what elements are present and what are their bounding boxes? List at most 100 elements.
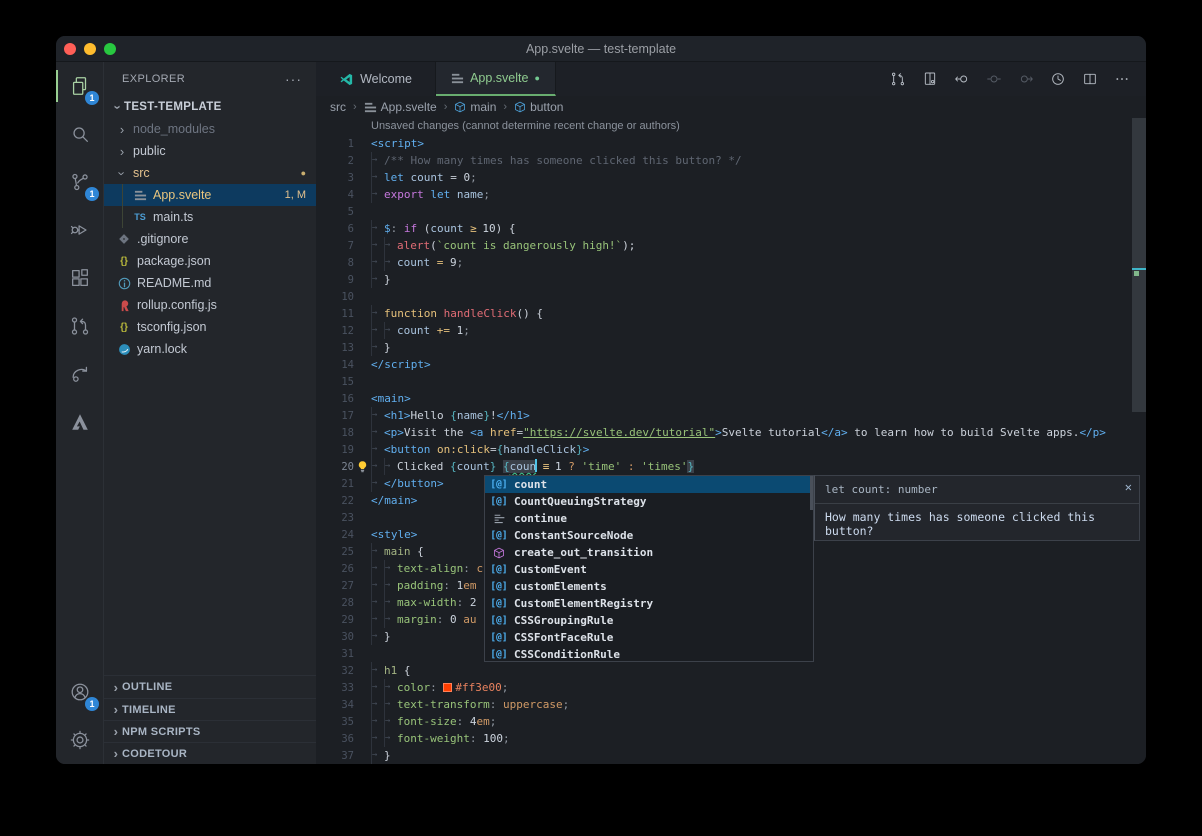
live-share-icon <box>69 363 91 385</box>
suggest-item-continue[interactable]: continue <box>485 510 813 527</box>
activity-bar-item-explorer[interactable]: 1 <box>56 62 104 110</box>
code-editor[interactable]: Unsaved changes (cannot determine recent… <box>316 118 1146 764</box>
tree-item--gitignore[interactable]: .gitignore <box>104 228 316 250</box>
activity-bar-item-accounts[interactable]: 1 <box>56 668 104 716</box>
line-number: 13 <box>316 340 354 357</box>
breadcrumb-item-main[interactable]: main <box>454 100 496 114</box>
editor-scrollbar[interactable] <box>1132 118 1146 412</box>
change-indicator-button[interactable] <box>981 67 1006 92</box>
suggest-item-cssgroupingrule[interactable]: [@]CSSGroupingRule <box>485 612 813 629</box>
suggest-item-customelements[interactable]: [@]customElements <box>485 578 813 595</box>
code-line-36[interactable]: 36→→font-weight: 100; <box>316 730 1146 747</box>
tree-item-package-json[interactable]: {}package.json <box>104 250 316 272</box>
color-swatch[interactable] <box>443 683 452 692</box>
code-line-11[interactable]: 11→function handleClick() { <box>316 305 1146 322</box>
breadcrumb-item-button[interactable]: button <box>514 100 563 114</box>
tree-item-tsconfig-json[interactable]: {}tsconfig.json <box>104 316 316 338</box>
activity-bar-item-search[interactable] <box>56 110 104 158</box>
code-line-14[interactable]: 14</script> <box>316 356 1146 373</box>
tree-item-readme-md[interactable]: README.md <box>104 272 316 294</box>
activity-bar-item-run-debug[interactable] <box>56 206 104 254</box>
tree-item-app-svelte[interactable]: App.svelte1, M <box>104 184 316 206</box>
more-actions-icon[interactable]: ··· <box>285 71 302 87</box>
sidebar-title: EXPLORER <box>122 73 185 85</box>
code-line-18[interactable]: 18→<p>Visit the <a href="https://svelte.… <box>316 424 1146 441</box>
code-line-9[interactable]: 9→} <box>316 271 1146 288</box>
line-number: 27 <box>316 578 354 595</box>
code-line-1[interactable]: 1<script> <box>316 135 1146 152</box>
code-line-37[interactable]: 37→} <box>316 747 1146 764</box>
next-change-button[interactable] <box>1013 67 1038 92</box>
sidebar-section-npm-scripts[interactable]: ›NPM SCRIPTS <box>104 720 316 742</box>
code-line-19[interactable]: 19→<button on:click={handleClick}> <box>316 441 1146 458</box>
code-line-16[interactable]: 16<main> <box>316 390 1146 407</box>
tree-item-yarn-lock[interactable]: yarn.lock <box>104 338 316 360</box>
suggest-item-count[interactable]: [@]count <box>485 476 813 493</box>
code-line-13[interactable]: 13→} <box>316 339 1146 356</box>
suggest-item-constantsourcenode[interactable]: [@]ConstantSourceNode <box>485 527 813 544</box>
split-editor-button[interactable] <box>1077 67 1102 92</box>
workspace-root-folder[interactable]: › TEST-TEMPLATE <box>104 96 316 118</box>
tree-item-node-modules[interactable]: ›node_modules <box>104 118 316 140</box>
suggest-item-customelementregistry[interactable]: [@]CustomElementRegistry <box>485 595 813 612</box>
code-line-20[interactable]: 20→→Clicked {count} {coun ≡ 1 ? 'time' :… <box>316 458 1146 475</box>
close-icon[interactable]: ✕ <box>1125 480 1132 494</box>
suggest-item-customevent[interactable]: [@]CustomEvent <box>485 561 813 578</box>
vscode-window: App.svelte — test-template 111 EXPLORER … <box>56 36 1146 764</box>
tab-app-svelte[interactable]: App.svelte● <box>436 62 556 96</box>
code-line-17[interactable]: 17→<h1>Hello {name}!</h1> <box>316 407 1146 424</box>
breadcrumb-item-app-svelte[interactable]: App.svelte <box>364 100 437 114</box>
code-line-7[interactable]: 7→→alert(`count is dangerously high!`); <box>316 237 1146 254</box>
code-line-10[interactable]: 10 <box>316 288 1146 305</box>
code-line-12[interactable]: 12→→count += 1; <box>316 322 1146 339</box>
activity-bar-item-live-share[interactable] <box>56 350 104 398</box>
code-line-15[interactable]: 15 <box>316 373 1146 390</box>
sidebar-sections: ›OUTLINE›TIMELINE›NPM SCRIPTS›CODETOUR <box>104 675 316 764</box>
code-line-4[interactable]: 4→export let name; <box>316 186 1146 203</box>
more-actions-button[interactable] <box>1109 67 1134 92</box>
code-line-2[interactable]: 2→/** How many times has someone clicked… <box>316 152 1146 169</box>
code-line-6[interactable]: 6→$: if (count ≥ 10) { <box>316 220 1146 237</box>
previous-change-button[interactable] <box>949 67 974 92</box>
indent-guide: → <box>371 611 384 628</box>
sidebar-section-outline[interactable]: ›OUTLINE <box>104 676 316 698</box>
code-line-8[interactable]: 8→→count = 9; <box>316 254 1146 271</box>
open-changes-button[interactable] <box>917 67 942 92</box>
code-line-5[interactable]: 5 <box>316 203 1146 220</box>
tree-item-public[interactable]: ›public <box>104 140 316 162</box>
activity-bar-item-source-control[interactable]: 1 <box>56 158 104 206</box>
ts-icon: TS <box>132 212 148 222</box>
tree-item-main-ts[interactable]: TSmain.ts <box>104 206 316 228</box>
code-line-35[interactable]: 35→→font-size: 4em; <box>316 713 1146 730</box>
file-name: node_modules <box>133 122 215 136</box>
indent-guide: → <box>384 679 397 696</box>
source-control-graph-button[interactable] <box>885 67 910 92</box>
tab-welcome[interactable]: Welcome <box>316 62 436 96</box>
symbol-variable-icon: [@] <box>489 496 509 507</box>
suggest-item-cssfontfacerule[interactable]: [@]CSSFontFaceRule <box>485 629 813 646</box>
activity-bar-item-settings[interactable] <box>56 716 104 764</box>
lightbulb-icon[interactable] <box>356 460 369 473</box>
code-line-33[interactable]: 33→→color: #ff3e00; <box>316 679 1146 696</box>
symbol-variable-icon: [@] <box>489 564 509 575</box>
activity-bar-item-github-pr[interactable] <box>56 302 104 350</box>
activity-bar-item-extensions[interactable] <box>56 254 104 302</box>
next-change-icon <box>1018 71 1034 87</box>
sidebar-section-timeline[interactable]: ›TIMELINE <box>104 698 316 720</box>
suggest-item-create_out_transition[interactable]: create_out_transition <box>485 544 813 561</box>
activity-bar-item-azure[interactable] <box>56 398 104 446</box>
suggest-item-countqueuingstrategy[interactable]: [@]CountQueuingStrategy <box>485 493 813 510</box>
code-line-32[interactable]: 32→h1 { <box>316 662 1146 679</box>
breadcrumb: src›App.svelte›main›button <box>316 96 1146 118</box>
breadcrumb-item-src[interactable]: src <box>330 100 346 114</box>
line-number: 11 <box>316 306 354 323</box>
suggest-item-cssconditionrule[interactable]: [@]CSSConditionRule <box>485 646 813 663</box>
tree-item-src[interactable]: ›src● <box>104 162 316 184</box>
file-name: README.md <box>137 276 211 290</box>
code-line-3[interactable]: 3→let count = 0; <box>316 169 1146 186</box>
suggest-scrollbar[interactable] <box>810 476 813 510</box>
code-line-34[interactable]: 34→→text-transform: uppercase; <box>316 696 1146 713</box>
sidebar-section-codetour[interactable]: ›CODETOUR <box>104 742 316 764</box>
timeline-history-button[interactable] <box>1045 67 1070 92</box>
tree-item-rollup-config-js[interactable]: rollup.config.js <box>104 294 316 316</box>
